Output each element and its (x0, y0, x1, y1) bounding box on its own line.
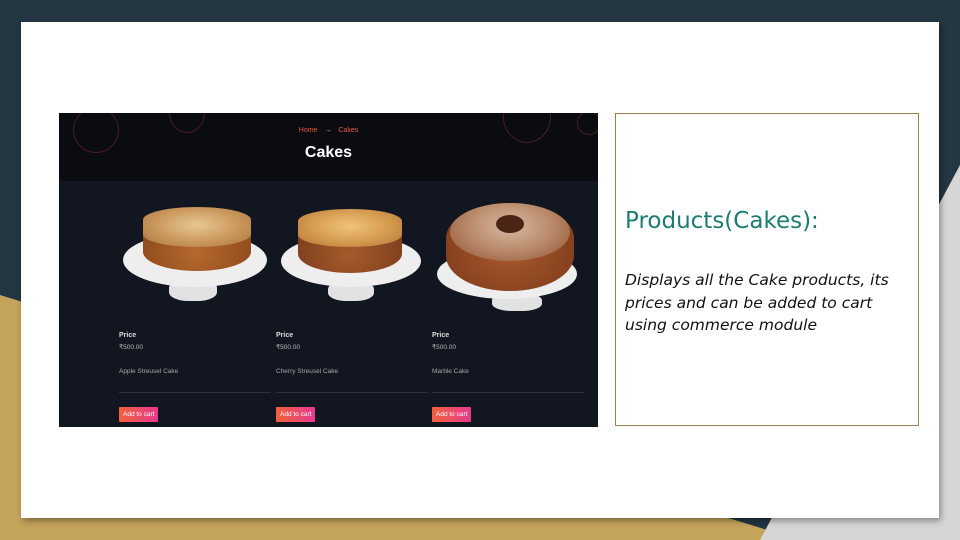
product-name[interactable]: Apple Streusel Cake (119, 368, 178, 375)
price-label: Price (276, 332, 294, 339)
page-hero: Home → Cakes Cakes (59, 113, 598, 181)
caption-box: Products(Cakes): Displays all the Cake p… (615, 113, 919, 426)
product-card: Price ₹500.00 Marble Cake Add to cart (432, 181, 592, 427)
breadcrumb-current: Cakes (338, 127, 359, 134)
price-label: Price (432, 332, 450, 339)
page-title: Cakes (304, 144, 353, 161)
product-name[interactable]: Marble Cake (432, 368, 469, 375)
add-to-cart-button[interactable]: Add to cart (432, 407, 472, 422)
breadcrumb-arrow-icon: → (324, 127, 332, 134)
product-card: Price ₹500.00 Cherry Streusel Cake Add t… (276, 181, 436, 427)
add-to-cart-button[interactable]: Add to cart (119, 407, 159, 422)
price-value: ₹500.00 (432, 344, 457, 351)
divider (276, 392, 428, 393)
breadcrumb: Home → Cakes (59, 127, 598, 134)
product-image[interactable] (119, 181, 279, 311)
product-name[interactable]: Cherry Streusel Cake (276, 368, 338, 375)
price-value: ₹500.00 (119, 344, 144, 351)
product-card: Price ₹500.00 Apple Streusel Cake Add to… (119, 181, 279, 427)
product-image[interactable] (276, 181, 436, 311)
divider (119, 392, 271, 393)
breadcrumb-home-link[interactable]: Home (299, 127, 318, 134)
product-image[interactable] (432, 181, 592, 311)
price-value: ₹500.00 (276, 344, 301, 351)
cakes-page-screenshot: Home → Cakes Cakes Price ₹500.00 Apple S… (59, 113, 598, 427)
divider (432, 392, 584, 393)
price-label: Price (119, 332, 137, 339)
caption-title: Products(Cakes): (625, 208, 819, 234)
caption-description: Displays all the Cake products, its pric… (625, 271, 889, 334)
add-to-cart-button[interactable]: Add to cart (276, 407, 316, 422)
